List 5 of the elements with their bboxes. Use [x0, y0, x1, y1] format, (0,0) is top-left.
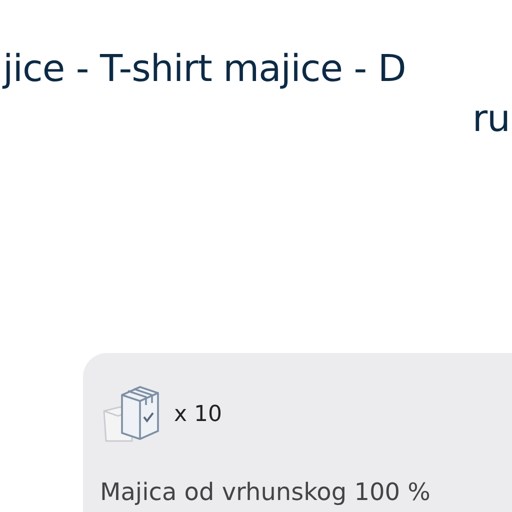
quantity-text: x 10 [174, 400, 222, 428]
page-title: jice - T-shirt majice - D [3, 46, 406, 92]
product-description: Majica od vrhunskog 100 % [100, 477, 432, 507]
page-title: ru [472, 96, 510, 142]
boxes-icon [100, 383, 162, 445]
